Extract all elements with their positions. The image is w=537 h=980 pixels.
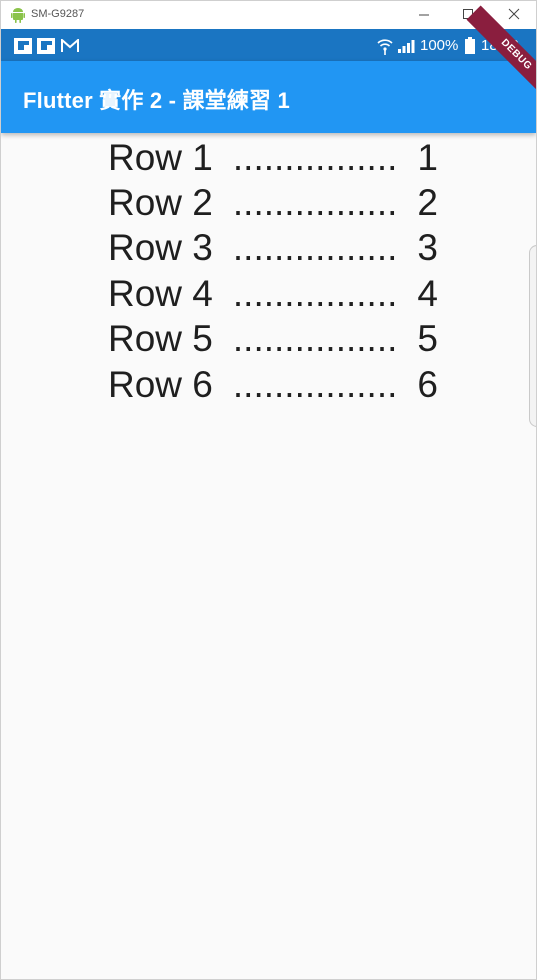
list-row: Row 2 ................ 2 [108, 180, 438, 225]
row-list: Row 1 ................ 1 Row 2 .........… [108, 135, 438, 407]
app-bar: Flutter 實作 2 - 課堂練習 1 [1, 61, 536, 133]
minimize-icon[interactable] [411, 5, 437, 25]
row-value: 5 [417, 318, 438, 360]
row-label: Row 5 [108, 318, 213, 360]
row-label: Row 1 [108, 136, 213, 178]
row-value: 4 [417, 272, 438, 314]
app-bar-title: Flutter 實作 2 - 課堂練習 1 [23, 88, 290, 113]
row-value: 6 [417, 363, 438, 405]
row-label: Row 6 [108, 363, 213, 405]
row-value: 2 [417, 182, 438, 224]
flipboard-notification-icon [14, 38, 32, 54]
row-value: 1 [417, 136, 438, 178]
side-panel-handle[interactable] [529, 245, 536, 427]
close-icon[interactable] [501, 5, 527, 25]
flipboard-notification-icon-2 [37, 38, 55, 54]
window-title-bar: SM-G9287 [1, 1, 536, 29]
row-label: Row 3 [108, 227, 213, 269]
list-row: Row 4 ................ 4 [108, 271, 438, 316]
battery-icon [465, 37, 475, 54]
list-row: Row 5 ................ 5 [108, 317, 438, 362]
window-title: SM-G9287 [31, 8, 85, 20]
row-dot-leader: ................ [232, 136, 398, 178]
row-dot-leader: ................ [232, 182, 398, 224]
list-row: Row 1 ................ 1 [108, 135, 438, 180]
list-row: Row 6 ................ 6 [108, 362, 438, 407]
row-value: 3 [417, 227, 438, 269]
wifi-icon [377, 39, 393, 55]
gmail-icon [61, 39, 79, 52]
row-dot-leader: ................ [232, 227, 398, 269]
android-icon [11, 8, 25, 23]
list-row: Row 3 ................ 3 [108, 226, 438, 271]
emulator-frame: SM-G9287 100% Flutter 實作 2 - 課堂練習 1 DEBU… [0, 0, 537, 980]
signal-icon [398, 40, 415, 53]
row-dot-leader: ................ [232, 363, 398, 405]
row-dot-leader: ................ [232, 272, 398, 314]
status-bar: 100% 18:38 [1, 29, 536, 61]
battery-percent: 100% [420, 37, 459, 54]
row-label: Row 4 [108, 272, 213, 314]
row-label: Row 2 [108, 182, 213, 224]
row-dot-leader: ................ [232, 318, 398, 360]
